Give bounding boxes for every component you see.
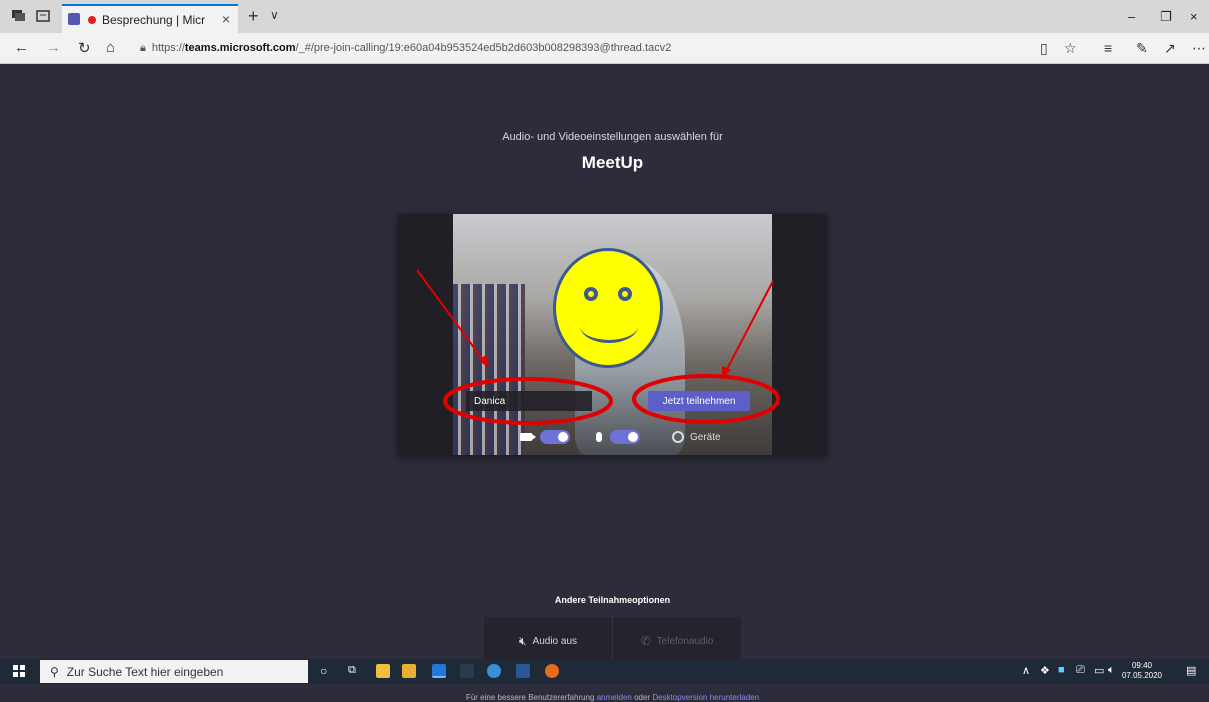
reading-view-icon[interactable]: ▯ [1040,40,1048,57]
clock-time: 09:40 [1131,661,1153,670]
smiley-right-eye [618,287,632,301]
footer-text: Für eine bessere Benutzererfahrung anmel… [0,693,1209,702]
home-icon[interactable]: ⌂ [106,39,115,56]
notifications-icon[interactable]: ▤ [1186,664,1196,677]
phone-audio-label: Telefonaudio [656,635,714,647]
forward-arrow-icon[interactable]: → [46,39,61,56]
system-clock[interactable]: 09:40 07.05.2020 [1118,661,1166,681]
meeting-title: MeetUp [581,153,644,172]
search-placeholder: Zur Suche Text hier eingeben [66,664,224,679]
address-field[interactable]: 🔒︎ https://teams.microsoft.com/_#/pre-jo… [140,37,1080,59]
tab-title: Besprechung | Micr [102,12,206,27]
windows-start-icon[interactable] [13,665,25,677]
footer-text-middle: oder [634,693,651,702]
smiley-face-overlay [553,248,663,368]
network-icon[interactable]: ⎚ [1076,664,1085,677]
devices-button[interactable]: Geräte [690,432,721,443]
minimize-button[interactable]: – [1128,9,1135,24]
dropbox-tray-icon[interactable]: ❖ [1040,664,1050,677]
phone-audio-button[interactable]: ✆ Telefonaudio [613,617,741,665]
footer-text-before: Für eine bessere Benutzererfahrung [465,693,595,702]
url-domain: teams.microsoft.com [184,42,296,54]
camera-icon [520,433,536,441]
pen-app-icon[interactable] [460,664,474,678]
microphone-icon [596,432,602,442]
audio-off-label: Audio aus [532,635,578,647]
new-tab-button[interactable]: + [248,6,259,27]
tab-actions-icon[interactable] [12,10,26,22]
url-prefix: https:// [151,42,185,54]
tray-chevron-icon[interactable]: ∧ [1022,664,1030,677]
edge-app-icon[interactable] [432,664,446,678]
media-controls: Geräte [520,428,721,446]
smiley-mouth [580,309,638,343]
tray-app-icon[interactable]: ■ [1058,664,1065,676]
signin-link[interactable]: anmelden [597,693,632,702]
battery-icon[interactable]: ▭ [1094,664,1104,677]
lock-icon: 🔒︎ [140,41,146,54]
other-options-title: Andere Teilnahmeoptionen [554,595,671,605]
prejoin-subtitle: Audio- und Videoeinstellungen auswählen … [502,131,723,143]
file-explorer-icon[interactable] [402,664,416,678]
gear-icon[interactable] [672,431,684,443]
tab-list-chevron-icon[interactable]: ∨ [270,8,279,22]
phone-icon: ✆ [640,634,651,648]
taskbar-search-box[interactable]: ⚲ Zur Suche Text hier eingeben [40,660,308,683]
camera-toggle[interactable] [540,430,570,444]
smiley-left-eye [584,287,598,301]
audio-off-button[interactable]: 🔇︎ Audio aus [484,617,613,665]
browser-toolbar: ← → ↻ ⌂ 🔒︎ https://teams.microsoft.com/_… [0,33,1209,64]
store-app-icon[interactable] [376,664,390,678]
desktop-version-link[interactable]: Desktopversion herunterladen [652,693,759,702]
app-icon[interactable] [487,664,501,678]
other-options-panel: 🔇︎ Audio aus ✆ Telefonaudio [484,617,741,665]
browser-titlebar: Besprechung | Micr × + ∨ – ❐ × [0,0,1209,33]
favorites-hub-icon[interactable]: ≡ [1104,40,1112,56]
share-icon[interactable]: ↗ [1164,40,1176,57]
word-app-icon[interactable] [516,664,530,678]
favorite-star-icon[interactable]: ☆ [1064,40,1077,57]
task-view-icon[interactable]: ⧉ [348,664,356,677]
background-bookshelf [453,284,525,455]
back-arrow-icon[interactable]: ← [14,39,29,56]
microphone-toggle[interactable] [610,430,640,444]
display-name-input[interactable]: Danica [466,391,592,411]
teams-favicon-icon [68,13,80,25]
clock-date: 07.05.2020 [1121,671,1163,680]
tab-close-icon[interactable]: × [222,11,230,27]
firefox-app-icon[interactable] [545,664,559,678]
refresh-icon[interactable]: ↻ [78,39,91,57]
web-note-icon[interactable]: ✎ [1136,40,1148,57]
volume-muted-icon[interactable]: 🔈︎ [1108,664,1115,677]
windows-taskbar: ⚲ Zur Suche Text hier eingeben ○ ⧉ ∧ ❖ ■… [0,659,1209,684]
url-path: /_#/pre-join-calling/19:e60a04b953524ed5… [295,42,672,54]
maximize-button[interactable]: ❐ [1160,9,1172,25]
more-menu-icon[interactable]: ⋯ [1192,40,1206,57]
recording-dot-icon [88,15,96,24]
tabs-aside-icon[interactable] [36,10,50,22]
browser-tab-active[interactable]: Besprechung | Micr × [62,4,238,33]
cortana-icon[interactable]: ○ [320,664,327,678]
join-now-button[interactable]: Jetzt teilnehmen [648,391,750,411]
speaker-muted-icon: 🔇︎ [518,633,527,648]
close-window-button[interactable]: × [1190,9,1198,24]
search-icon: ⚲ [50,664,59,679]
